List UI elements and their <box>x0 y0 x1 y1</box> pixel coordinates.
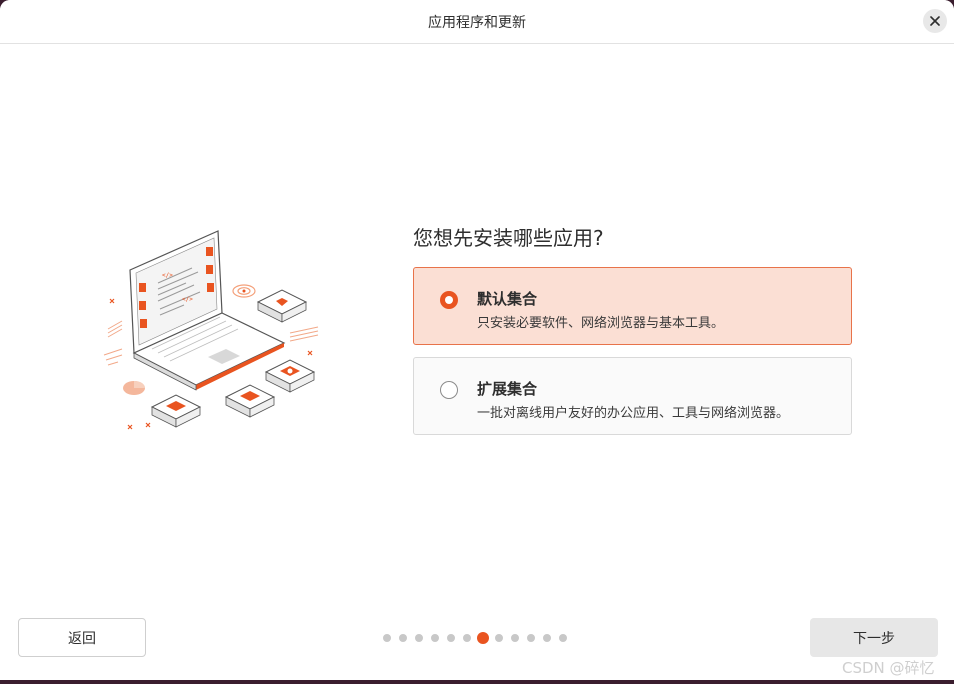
watermark: CSDN @碎忆 <box>842 659 935 677</box>
option-default-collection[interactable]: 默认集合 只安装必要软件、网络浏览器与基本工具。 <box>413 267 852 345</box>
progress-dot <box>463 634 471 642</box>
laptop-apps-illustration: </> </> <box>103 230 319 430</box>
back-button[interactable]: 返回 <box>18 618 146 657</box>
radio-default-selected[interactable] <box>440 291 458 309</box>
progress-dot <box>431 634 439 642</box>
option-extended-collection[interactable]: 扩展集合 一批对离线用户友好的办公应用、工具与网络浏览器。 <box>413 357 852 435</box>
progress-dot-current <box>477 632 489 644</box>
progress-dot <box>495 634 503 642</box>
close-button[interactable] <box>923 9 947 33</box>
desktop-background-strip <box>0 680 954 684</box>
progress-dot <box>415 634 423 642</box>
progress-dot <box>399 634 407 642</box>
page-question: 您想先安装哪些应用? <box>413 226 604 250</box>
progress-dot <box>527 634 535 642</box>
progress-dot <box>383 634 391 642</box>
option-title: 扩展集合 <box>477 380 538 398</box>
installer-window: 应用程序和更新 </> </> 您想先安装哪些应用? 默认集合 只安装必要软件、… <box>0 0 954 680</box>
progress-dot <box>511 634 519 642</box>
window-title: 应用程序和更新 <box>428 15 526 31</box>
option-description: 只安装必要软件、网络浏览器与基本工具。 <box>477 316 725 331</box>
next-button[interactable]: 下一步 <box>810 618 938 657</box>
title-bar: 应用程序和更新 <box>0 0 954 44</box>
progress-dot <box>543 634 551 642</box>
option-description: 一批对离线用户友好的办公应用、工具与网络浏览器。 <box>477 406 790 421</box>
close-icon <box>930 16 940 26</box>
progress-dot <box>447 634 455 642</box>
radio-extended[interactable] <box>440 381 458 399</box>
option-title: 默认集合 <box>477 290 538 308</box>
svg-text:</>: </> <box>162 272 173 279</box>
progress-dot <box>559 634 567 642</box>
svg-text:</>: </> <box>182 296 193 303</box>
